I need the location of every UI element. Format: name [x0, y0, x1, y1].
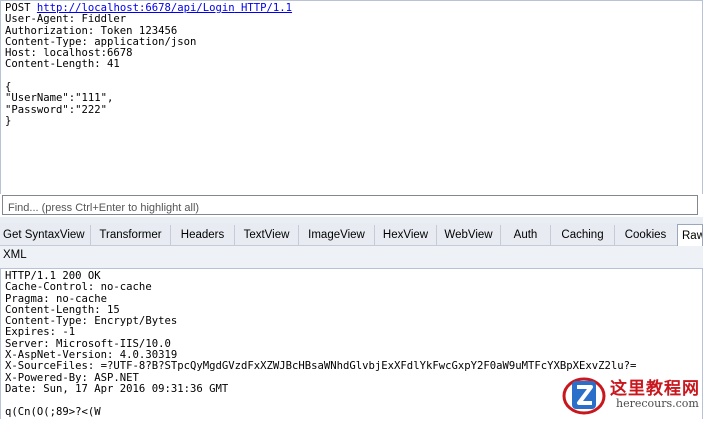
- response-line-11: Date: Sun, 17 Apr 2016 09:31:36 GMT: [5, 382, 229, 395]
- tab-transformer[interactable]: Transformer: [90, 225, 170, 245]
- request-line: POST http://localhost:6678/api/Login HTT…: [5, 2, 292, 14]
- tab-raw[interactable]: Raw: [677, 224, 703, 246]
- request-line-1: User-Agent: Fiddler: [5, 13, 127, 26]
- tab-get-syntaxview[interactable]: Get SyntaxView: [0, 225, 90, 245]
- request-url-link[interactable]: http://localhost:6678/api/Login: [37, 2, 235, 14]
- request-line-5: Content-Length: 41: [5, 58, 120, 71]
- tab-cookies[interactable]: Cookies: [614, 225, 676, 245]
- request-line-10: }: [5, 114, 12, 127]
- response-text[interactable]: HTTP/1.1 200 OK Cache-Control: no-cache Pr…: [5, 270, 637, 418]
- response-line-2: Cache-Control: no-cache: [5, 281, 152, 294]
- tab-headers[interactable]: Headers: [170, 225, 234, 245]
- request-text[interactable]: POST http://localhost:6678/api/Login HTT…: [5, 2, 292, 127]
- response-inspector-tabs-row2: XML: [0, 246, 703, 268]
- watermark-z-icon: [562, 377, 606, 415]
- request-pane[interactable]: POST http://localhost:6678/api/Login HTT…: [0, 0, 703, 194]
- request-line-6: [5, 71, 292, 82]
- request-body-lines: User-Agent: Fiddler Authorization: Token …: [5, 13, 292, 127]
- request-line-8: "UserName":"111",: [5, 92, 114, 105]
- tab-caching[interactable]: Caching: [550, 225, 614, 245]
- response-inspector-tabs: Get SyntaxView Transformer Headers TextV…: [0, 223, 703, 246]
- watermark-text-en: herecours.com: [616, 397, 699, 410]
- request-protocol[interactable]: HTTP/1.1: [241, 2, 292, 14]
- tab-imageview[interactable]: ImageView: [298, 225, 374, 245]
- response-line-9: X-SourceFiles: =?UTF-8?B?STpcQyMgdGVzdFx…: [5, 360, 637, 373]
- find-input[interactable]: [3, 199, 697, 217]
- request-line-9: "Password":"222": [5, 103, 108, 116]
- watermark-text-cn: 这里教程网: [610, 379, 700, 399]
- response-line-12: [5, 395, 636, 406]
- find-bar: [2, 195, 698, 217]
- response-line-5: Content-Type: Encrypt/Bytes: [5, 315, 178, 328]
- response-line-13: q(Cn(O(;89>?<(W: [5, 405, 101, 418]
- tab-hexview[interactable]: HexView: [374, 225, 436, 245]
- watermark-logo: 这里教程网 herecours.com: [560, 373, 703, 418]
- tab-webview[interactable]: WebView: [436, 225, 500, 245]
- tab-textview[interactable]: TextView: [234, 225, 298, 245]
- request-method: POST: [5, 2, 31, 14]
- tab-xml[interactable]: XML: [3, 249, 27, 261]
- tab-auth[interactable]: Auth: [500, 225, 550, 245]
